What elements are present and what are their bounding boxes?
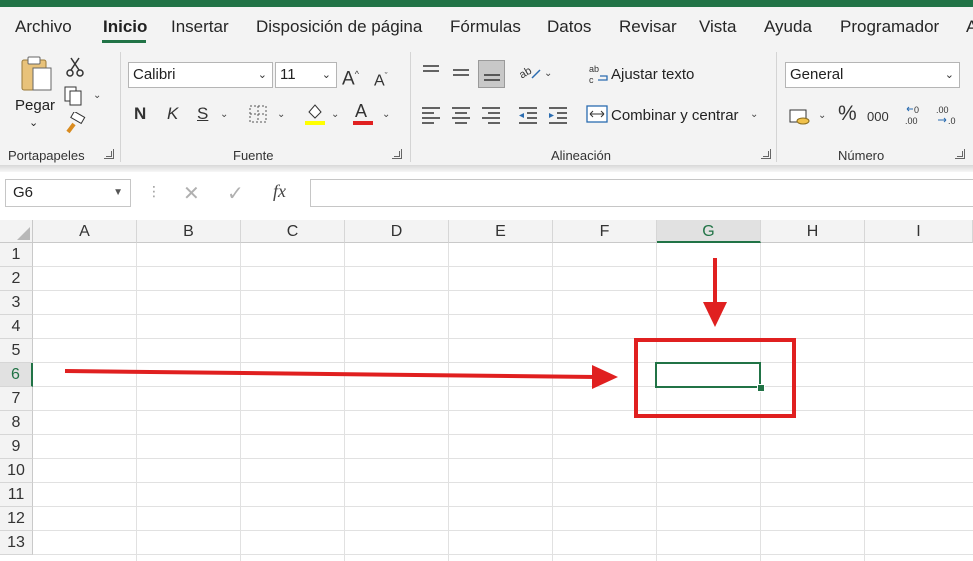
annotation-arrowhead-vertical (703, 302, 727, 327)
annotation-arrow-horizontal (64, 369, 597, 379)
annotation-arrows (64, 258, 727, 389)
annotation-arrowhead-horizontal (592, 365, 618, 389)
